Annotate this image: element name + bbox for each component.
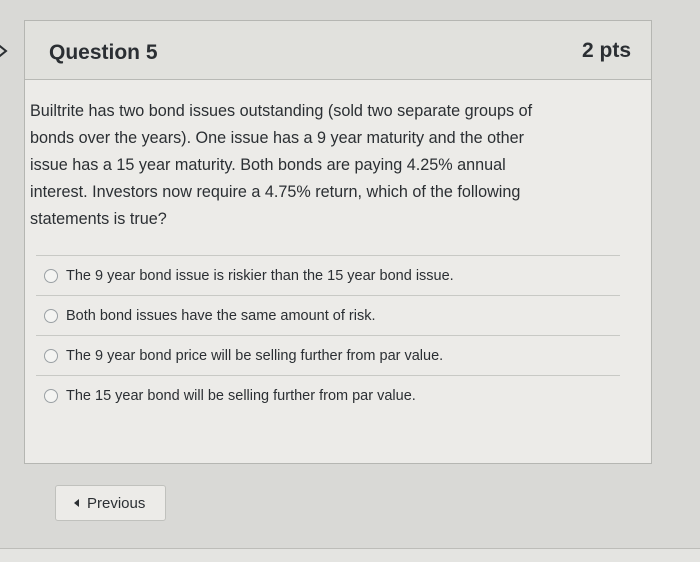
question-points: 2 pts [581,39,631,62]
answer-option-4[interactable]: The 15 year bond will be selling further… [30,376,620,415]
question-title: Question 5 [49,41,158,64]
answer-label[interactable]: The 15 year bond will be selling further… [66,388,416,404]
question-text-line: issue has a 15 year maturity. Both bonds… [30,156,506,174]
answer-label[interactable]: The 9 year bond issue is riskier than th… [66,268,454,284]
question-text-line: bonds over the years). One issue has a 9… [30,129,524,147]
radio-button[interactable] [44,308,58,323]
question-header: Question 5 2 pts [25,21,651,80]
answer-option-1[interactable]: The 9 year bond issue is riskier than th… [30,256,620,295]
caret-left-icon [74,499,79,507]
answer-option-2[interactable]: Both bond issues have the same amount of… [30,296,620,335]
question-text: Builtrite has two bond issues outstandin… [30,98,610,233]
radio-button[interactable] [44,388,58,403]
previous-label: Previous [87,494,146,512]
next-card-edge [0,548,700,562]
answer-option-3[interactable]: The 9 year bond price will be selling fu… [30,336,620,375]
radio-button[interactable] [44,268,58,283]
previous-button[interactable]: Previous [55,485,166,521]
chevron-left-icon[interactable] [0,40,16,62]
question-text-line: interest. Investors now require a 4.75% … [30,183,521,201]
question-text-line: statements is true? [30,210,167,228]
answer-list: The 9 year bond issue is riskier than th… [30,255,620,415]
answer-label[interactable]: Both bond issues have the same amount of… [66,308,376,324]
radio-button[interactable] [44,348,58,363]
question-text-line: Builtrite has two bond issues outstandin… [30,102,533,120]
answer-label[interactable]: The 9 year bond price will be selling fu… [66,348,443,364]
